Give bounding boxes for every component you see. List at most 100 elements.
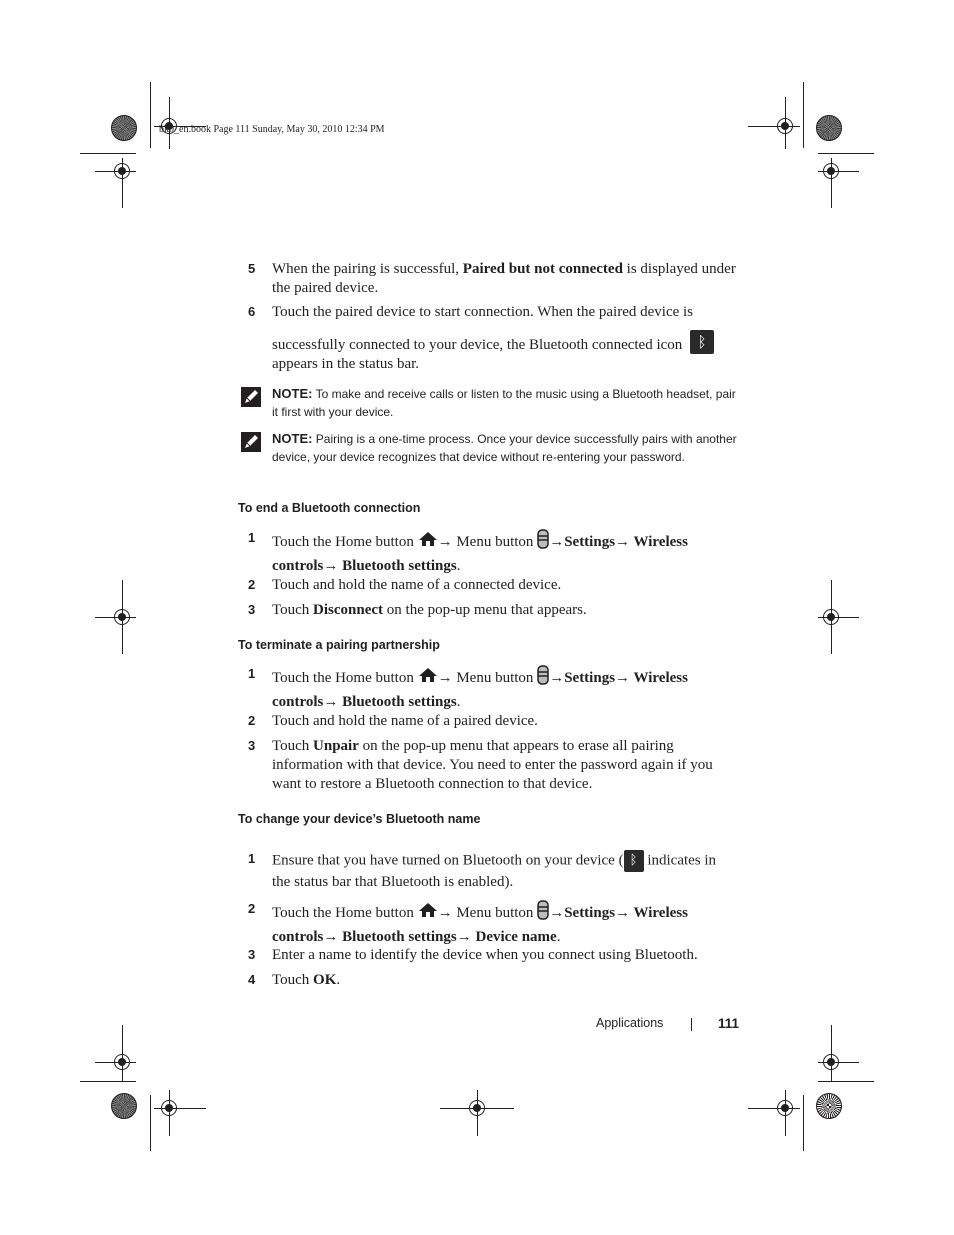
- registration-mark-icon: [777, 1100, 793, 1116]
- text-run: Touch the Home button: [272, 904, 418, 921]
- note-text: NOTE: To make and receive calls or liste…: [272, 385, 738, 421]
- note-text: NOTE: Pairing is a one-time process. Onc…: [272, 430, 738, 466]
- ui-term: Unpair: [313, 738, 359, 754]
- arrow-separator: →: [323, 929, 339, 945]
- section-heading: To terminate a pairing partnership: [238, 638, 440, 652]
- crop-mark: [818, 153, 874, 154]
- page-body: 5 When the pairing is successful, Paired …: [238, 0, 738, 1235]
- crop-mark: [831, 1025, 832, 1081]
- arrow-separator: →: [549, 669, 565, 686]
- registration-mark-icon: [777, 118, 793, 134]
- menu-path-item: controls: [272, 929, 324, 945]
- step-number: 1: [248, 851, 256, 866]
- text-run: successfully connected to your device, t…: [272, 337, 687, 353]
- menu-button-icon: [537, 529, 549, 556]
- text-run: Touch and hold the name of a paired devi…: [272, 713, 538, 729]
- note-body: To make and receive calls or listen to t…: [272, 387, 736, 419]
- step-number: 1: [248, 666, 256, 681]
- home-button-icon: [418, 667, 438, 690]
- menu-button-icon: [537, 900, 549, 927]
- text-run: on the pop-up menu that appears.: [383, 602, 587, 618]
- footer-divider: [691, 1018, 692, 1031]
- menu-path-item: Wireless: [630, 533, 688, 550]
- note-pencil-icon: [241, 387, 261, 407]
- step-text: Touch and hold the name of a paired devi…: [272, 712, 738, 731]
- note-body: Pairing is a one-time process. Once your…: [272, 432, 737, 464]
- note-label: NOTE:: [272, 431, 313, 446]
- step-text: Touch Unpair on the pop-up menu that app…: [272, 737, 738, 794]
- menu-path-item: Wireless: [630, 669, 688, 686]
- text-run: Menu button: [452, 904, 538, 921]
- menu-path-item: Wireless: [630, 904, 688, 921]
- crop-mark: [80, 1081, 136, 1082]
- crop-mark: [122, 1025, 123, 1081]
- crop-mark: [803, 82, 804, 148]
- menu-path-item: controls: [272, 558, 324, 574]
- section-heading: To end a Bluetooth connection: [238, 501, 421, 515]
- color-bar-starburst-icon: [816, 115, 842, 141]
- crop-mark: [803, 1095, 804, 1151]
- text-run: .: [556, 929, 561, 945]
- text-run: .: [456, 558, 461, 574]
- step-number: 3: [248, 602, 256, 617]
- step-text: Touch Disconnect on the pop-up menu that…: [272, 601, 738, 620]
- registration-mark-icon: [114, 163, 130, 179]
- step-text: Touch OK.: [272, 971, 738, 990]
- text-line: appears in the status bar.: [272, 356, 420, 372]
- page-number: 111: [718, 1016, 740, 1031]
- step-text: Touch the Home button → Menu button →Set…: [272, 529, 738, 577]
- ui-term: OK: [313, 972, 337, 988]
- arrow-separator: →: [615, 533, 631, 550]
- text-run: Touch and hold the name of a connected d…: [272, 577, 562, 593]
- step-number: 2: [248, 577, 256, 592]
- text-run: .: [456, 694, 461, 710]
- ui-term: Paired but not connected: [462, 261, 623, 277]
- home-button-icon: [418, 902, 438, 925]
- step-text: Touch the Home button → Menu button →Set…: [272, 900, 738, 948]
- text-run: .: [336, 972, 341, 988]
- text-line: Touch the paired device to start connect…: [272, 304, 694, 320]
- step-text: Touch and hold the name of a connected d…: [272, 576, 738, 595]
- registration-mark-icon: [823, 1054, 839, 1070]
- text-run: Touch: [272, 602, 314, 618]
- text-run: Ensure that you have turned on Bluetooth…: [272, 852, 624, 869]
- step-number: 3: [248, 947, 256, 962]
- crop-mark: [150, 1095, 151, 1151]
- text-run: When the pairing is successful,: [272, 261, 463, 277]
- arrow-separator: →: [615, 904, 631, 921]
- menu-path-item: controls: [272, 694, 324, 710]
- arrow-separator: →: [549, 904, 565, 921]
- note-pencil-icon: [241, 432, 261, 452]
- text-run: Touch the Home button: [272, 533, 418, 550]
- bluetooth-enabled-icon: ᛒ: [623, 850, 644, 872]
- registration-mark-icon: [823, 163, 839, 179]
- text-line: successfully connected to your device, t…: [272, 329, 738, 355]
- menu-path-item: Settings: [564, 669, 616, 686]
- menu-path-item: Bluetooth settings: [338, 929, 457, 945]
- registration-mark-icon: [114, 609, 130, 625]
- arrow-separator: →: [437, 669, 453, 686]
- step-text: Ensure that you have turned on Bluetooth…: [272, 850, 738, 893]
- text-run: Touch the Home button: [272, 669, 418, 686]
- step-text: Touch the paired device to start connect…: [272, 303, 738, 374]
- step-text: Touch the Home button → Menu button →Set…: [272, 665, 738, 713]
- arrow-separator: →: [615, 669, 631, 686]
- crop-mark: [150, 82, 151, 148]
- menu-path-item: Settings: [564, 904, 616, 921]
- registration-mark-icon: [823, 609, 839, 625]
- step-number: 3: [248, 738, 256, 753]
- arrow-separator: →: [549, 533, 565, 550]
- text-run: Touch: [272, 738, 314, 754]
- footer-section-label: Applications: [596, 1016, 664, 1030]
- color-bar-starburst-icon: [111, 1093, 137, 1119]
- text-run: Menu button: [452, 533, 538, 550]
- step-number: 5: [248, 261, 256, 276]
- text-run: Menu button: [452, 669, 538, 686]
- step-text: When the pairing is successful, Paired b…: [272, 260, 738, 298]
- step-number: 2: [248, 713, 256, 728]
- step-number: 2: [248, 901, 256, 916]
- step-number: 1: [248, 530, 256, 545]
- menu-path-item: Settings: [564, 533, 616, 550]
- bluetooth-connected-icon: ᛒ: [690, 329, 715, 354]
- menu-path-item: Bluetooth settings: [338, 558, 457, 574]
